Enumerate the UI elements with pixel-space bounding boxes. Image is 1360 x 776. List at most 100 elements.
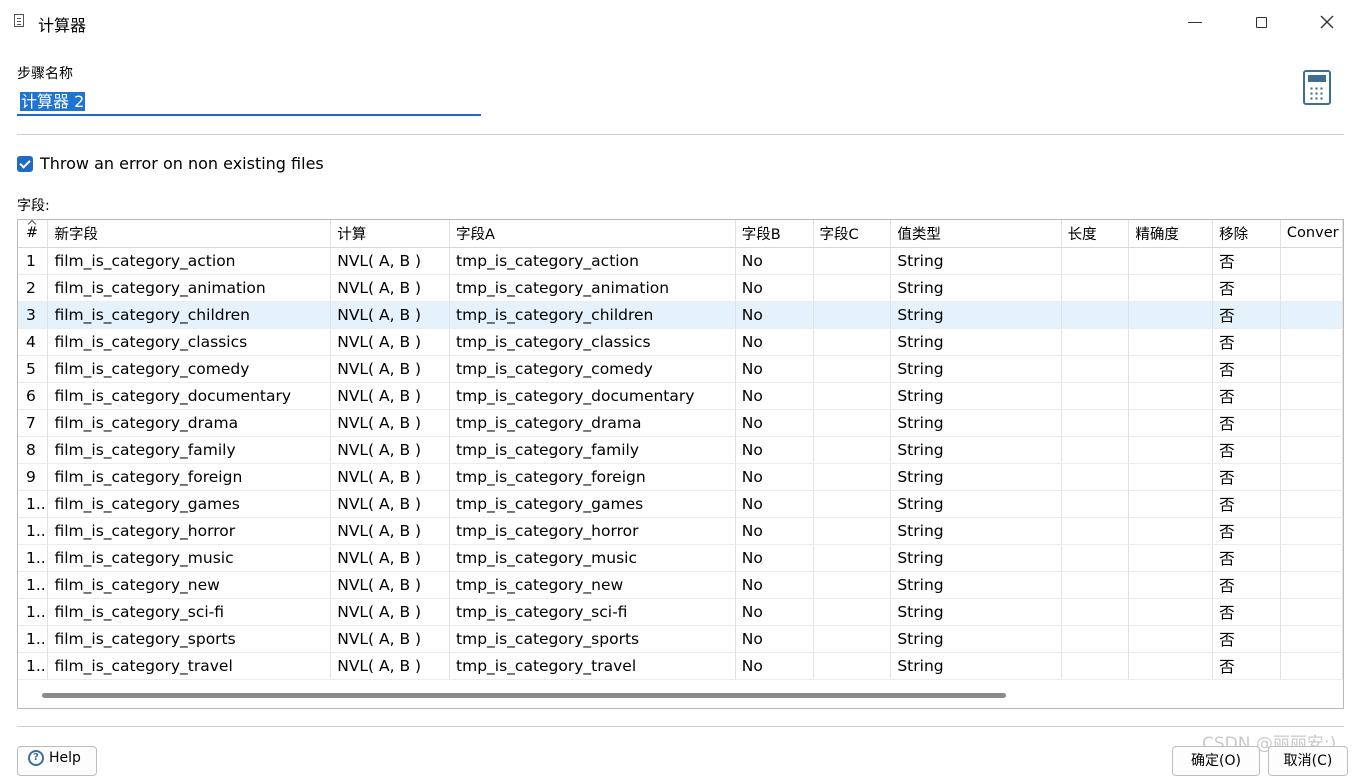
- cell-field-a[interactable]: tmp_is_category_children: [449, 301, 736, 329]
- cell-calculation[interactable]: NVL( A, B ): [330, 463, 451, 491]
- cell-field-c[interactable]: [813, 517, 892, 545]
- cell-precision[interactable]: [1128, 247, 1214, 275]
- cell-length[interactable]: [1061, 652, 1130, 680]
- cell-new-field[interactable]: film_is_category_sci-fi: [47, 598, 332, 626]
- cell-field-a[interactable]: tmp_is_category_drama: [449, 409, 736, 437]
- cell-precision[interactable]: [1128, 598, 1214, 626]
- cell-precision[interactable]: [1128, 490, 1214, 518]
- column-header-length[interactable]: 长度: [1061, 220, 1130, 248]
- cell-value-type[interactable]: String: [890, 652, 1062, 680]
- cell-num[interactable]: 4: [18, 328, 49, 356]
- ok-button[interactable]: 确定(O): [1172, 746, 1260, 776]
- close-button[interactable]: [1304, 6, 1350, 38]
- cell-num[interactable]: 1..: [18, 652, 49, 680]
- cell-field-c[interactable]: [813, 490, 892, 518]
- cell-new-field[interactable]: film_is_category_documentary: [47, 382, 332, 410]
- cell-new-field[interactable]: film_is_category_horror: [47, 517, 332, 545]
- cell-field-b[interactable]: No: [735, 301, 814, 329]
- cell-field-a[interactable]: tmp_is_category_horror: [449, 517, 736, 545]
- cell-field-b[interactable]: No: [735, 382, 814, 410]
- cell-remove[interactable]: 否: [1212, 463, 1281, 491]
- cell-convert[interactable]: [1280, 625, 1343, 653]
- cell-field-b[interactable]: No: [735, 409, 814, 437]
- cell-calculation[interactable]: NVL( A, B ): [330, 382, 451, 410]
- cell-remove[interactable]: 否: [1212, 301, 1281, 329]
- cell-num[interactable]: 1..: [18, 544, 49, 572]
- cell-calculation[interactable]: NVL( A, B ): [330, 274, 451, 302]
- cell-remove[interactable]: 否: [1212, 274, 1281, 302]
- cell-num[interactable]: 1..: [18, 490, 49, 518]
- cell-precision[interactable]: [1128, 652, 1214, 680]
- table-row[interactable]: 6 film_is_category_documentary NVL( A, B )…: [18, 382, 1343, 410]
- cell-convert[interactable]: [1280, 436, 1343, 464]
- cell-convert[interactable]: [1280, 274, 1343, 302]
- cell-new-field[interactable]: film_is_category_travel: [47, 652, 332, 680]
- cell-field-a[interactable]: tmp_is_category_games: [449, 490, 736, 518]
- cell-field-b[interactable]: No: [735, 463, 814, 491]
- cell-precision[interactable]: [1128, 571, 1214, 599]
- cell-length[interactable]: [1061, 382, 1130, 410]
- column-header-field-a[interactable]: 字段A: [449, 220, 736, 248]
- cell-convert[interactable]: [1280, 652, 1343, 680]
- cell-value-type[interactable]: String: [890, 301, 1062, 329]
- table-row[interactable]: 1.. film_is_category_music NVL( A, B ) tmp_…: [18, 544, 1343, 572]
- cell-length[interactable]: [1061, 274, 1130, 302]
- cell-convert[interactable]: [1280, 409, 1343, 437]
- cell-convert[interactable]: [1280, 517, 1343, 545]
- column-header-precision[interactable]: 精确度: [1128, 220, 1214, 248]
- cell-value-type[interactable]: String: [890, 274, 1062, 302]
- fields-table[interactable]: # 新字段 计算 字段A 字段B 字段C 值类型 长度 精确度 移除 Conve…: [17, 219, 1344, 709]
- cell-length[interactable]: [1061, 517, 1130, 545]
- cell-new-field[interactable]: film_is_category_games: [47, 490, 332, 518]
- cell-new-field[interactable]: film_is_category_children: [47, 301, 332, 329]
- cell-field-b[interactable]: No: [735, 274, 814, 302]
- cell-convert[interactable]: [1280, 544, 1343, 572]
- cell-field-a[interactable]: tmp_is_category_family: [449, 436, 736, 464]
- cell-field-c[interactable]: [813, 382, 892, 410]
- cell-remove[interactable]: 否: [1212, 436, 1281, 464]
- cell-calculation[interactable]: NVL( A, B ): [330, 652, 451, 680]
- cell-field-a[interactable]: tmp_is_category_sci-fi: [449, 598, 736, 626]
- cell-num[interactable]: 9: [18, 463, 49, 491]
- step-name-input[interactable]: 计算器 2: [17, 88, 481, 116]
- cell-convert[interactable]: [1280, 571, 1343, 599]
- cell-field-a[interactable]: tmp_is_category_action: [449, 247, 736, 275]
- cell-field-c[interactable]: [813, 571, 892, 599]
- cell-value-type[interactable]: String: [890, 463, 1062, 491]
- column-header-convert[interactable]: Conver: [1280, 220, 1343, 248]
- cell-new-field[interactable]: film_is_category_family: [47, 436, 332, 464]
- cell-convert[interactable]: [1280, 355, 1343, 383]
- cell-new-field[interactable]: film_is_category_foreign: [47, 463, 332, 491]
- cell-calculation[interactable]: NVL( A, B ): [330, 625, 451, 653]
- cell-convert[interactable]: [1280, 382, 1343, 410]
- cell-field-b[interactable]: No: [735, 571, 814, 599]
- cell-field-a[interactable]: tmp_is_category_music: [449, 544, 736, 572]
- cell-field-a[interactable]: tmp_is_category_new: [449, 571, 736, 599]
- cell-field-c[interactable]: [813, 544, 892, 572]
- cell-remove[interactable]: 否: [1212, 382, 1281, 410]
- cell-field-c[interactable]: [813, 247, 892, 275]
- cell-calculation[interactable]: NVL( A, B ): [330, 436, 451, 464]
- cell-field-b[interactable]: No: [735, 328, 814, 356]
- cell-value-type[interactable]: String: [890, 382, 1062, 410]
- cell-field-b[interactable]: No: [735, 544, 814, 572]
- cell-field-b[interactable]: No: [735, 517, 814, 545]
- cell-field-b[interactable]: No: [735, 598, 814, 626]
- cell-field-a[interactable]: tmp_is_category_travel: [449, 652, 736, 680]
- cell-remove[interactable]: 否: [1212, 328, 1281, 356]
- cell-field-b[interactable]: No: [735, 490, 814, 518]
- cell-field-a[interactable]: tmp_is_category_animation: [449, 274, 736, 302]
- cell-value-type[interactable]: String: [890, 544, 1062, 572]
- cell-remove[interactable]: 否: [1212, 598, 1281, 626]
- cell-value-type[interactable]: String: [890, 571, 1062, 599]
- cell-remove[interactable]: 否: [1212, 409, 1281, 437]
- cell-precision[interactable]: [1128, 355, 1214, 383]
- minimize-button[interactable]: [1172, 6, 1218, 38]
- cell-new-field[interactable]: film_is_category_classics: [47, 328, 332, 356]
- cell-num[interactable]: 1..: [18, 517, 49, 545]
- cell-length[interactable]: [1061, 463, 1130, 491]
- cell-num[interactable]: 8: [18, 436, 49, 464]
- column-header-value-type[interactable]: 值类型: [890, 220, 1062, 248]
- cell-precision[interactable]: [1128, 382, 1214, 410]
- cell-value-type[interactable]: String: [890, 328, 1062, 356]
